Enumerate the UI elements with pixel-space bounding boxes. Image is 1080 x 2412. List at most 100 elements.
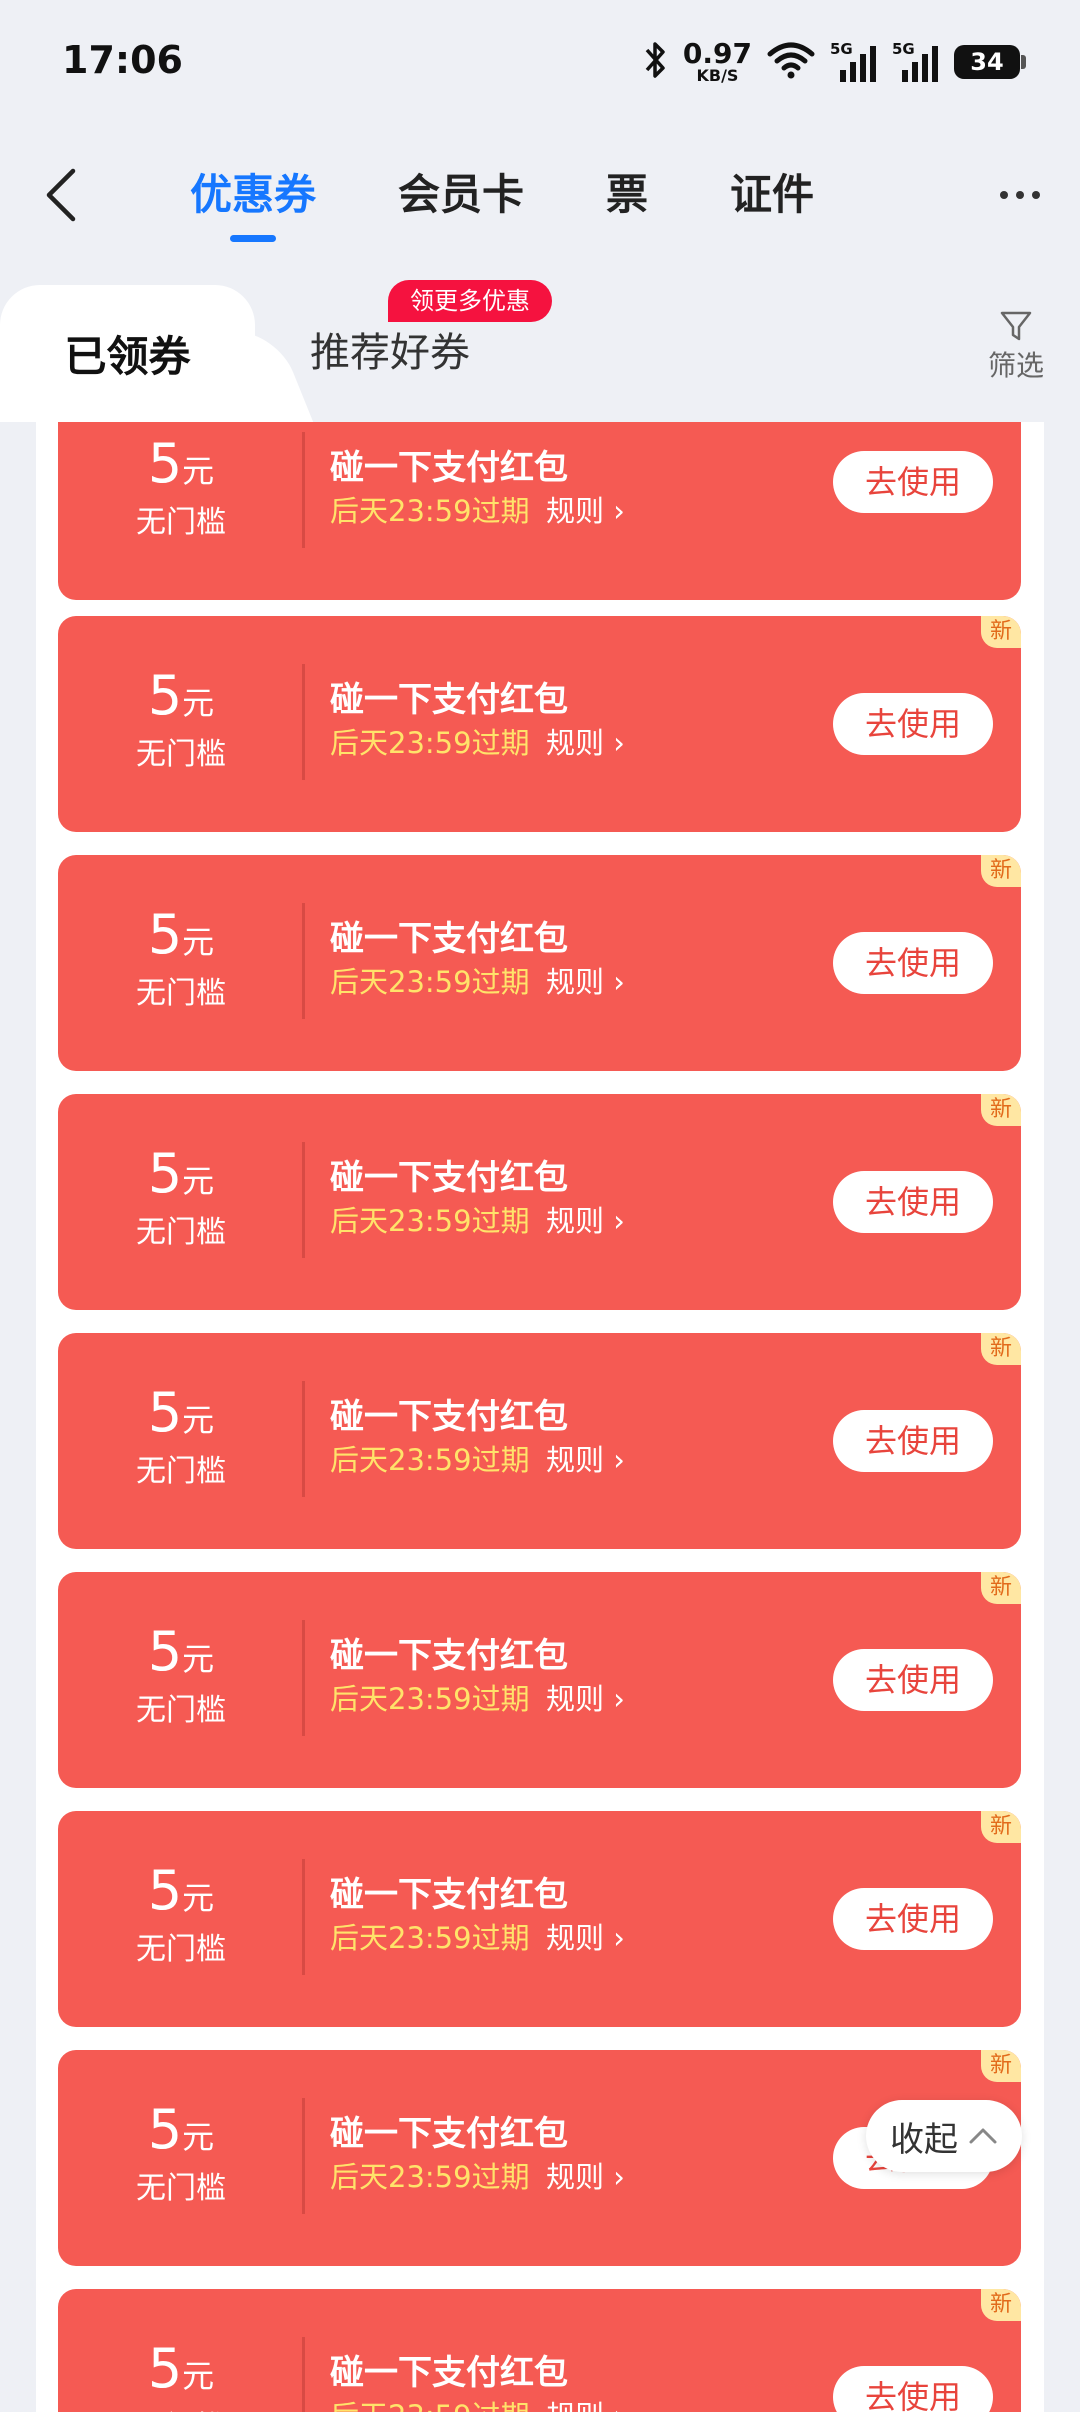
coupon-rules-label: 规则 [546,726,605,760]
chevron-right-icon: › [613,1204,625,1238]
coupon-rules-label: 规则 [546,2399,604,2412]
chevron-up-icon [969,2128,997,2144]
coupon-unit: 元 [182,684,215,722]
new-badge: 新 [981,2289,1021,2321]
coupon-rules-link[interactable]: 规则 › [546,1915,625,1957]
coupon-card: 新 5元 无门槛 碰一下支付红包 后天23:59过期 规则 › 去使用 [58,1094,1021,1310]
coupon-card: 新 5元 无门槛 碰一下支付红包 后天23:59过期 规则 › 去使用 [58,1811,1021,2027]
new-badge: 新 [981,1572,1021,1604]
coupon-unit: 元 [182,2357,215,2395]
chevron-right-icon: › [613,2160,625,2194]
coupon-amount-block: 5元 无门槛 [58,664,304,773]
coupon-divider [302,1620,305,1736]
coupon-unit: 元 [182,923,215,961]
coupon-rules-label: 规则 [546,1204,605,1238]
coupon-rules-link[interactable]: 规则 › [546,720,625,762]
coupon-divider [302,1142,305,1258]
coupon-amount-block: 5元 无门槛 [58,2098,304,2207]
coupon-rules-label: 规则 [546,1921,605,1955]
more-options-icon[interactable] [990,165,1050,225]
coupon-unit: 元 [182,1162,215,1200]
back-button[interactable] [30,150,90,240]
collapse-button[interactable]: 收起 [866,2100,1022,2172]
new-badge: 新 [981,855,1021,887]
coupon-rules-link[interactable]: 规则 › [546,1676,625,1718]
use-coupon-button[interactable]: 去使用 [833,1410,993,1472]
coupon-amount-block: 5元 无门槛 [58,432,304,541]
coupon-condition: 无门槛 [136,976,226,1011]
filter-label: 筛选 [987,349,1044,382]
coupon-divider [302,903,305,1019]
coupon-title: 碰一下支付红包 [330,680,568,720]
new-badge: 新 [981,616,1021,648]
coupon-rules-link[interactable]: 规则 › [546,2154,625,2196]
filter-icon [1000,311,1032,341]
bluetooth-icon [643,40,669,84]
use-coupon-button[interactable]: 去使用 [833,1888,993,1950]
use-coupon-button[interactable]: 去使用 [833,1649,993,1711]
filter-button[interactable]: 筛选 [980,308,1052,384]
coupon-condition: 无门槛 [136,1215,226,1250]
tab-coupons[interactable]: 优惠券 [190,160,316,230]
coupon-rules-link[interactable]: 规则 › [546,488,625,530]
coupon-condition: 无门槛 [136,1454,226,1489]
coupon-expiry: 后天23:59过期 [330,726,530,760]
coupon-rules-label: 规则 [546,1682,605,1716]
coupon-title: 碰一下支付红包 [330,919,568,959]
coupon-rules-label: 规则 [546,1443,605,1477]
use-coupon-button[interactable]: 去使用 [833,2366,993,2412]
use-coupon-button[interactable]: 去使用 [833,451,993,513]
coupon-amount-block: 5元 无门槛 [58,2337,304,2412]
chevron-right-icon: › [613,1443,625,1477]
coupon-title: 碰一下支付红包 [330,1875,568,1915]
signal-icon: 5G [830,40,878,84]
tab-tickets[interactable]: 票 [606,160,648,230]
new-badge: 新 [981,2050,1021,2082]
coupon-expiry: 后天23:59过期 [330,2160,530,2194]
use-coupon-button[interactable]: 去使用 [833,693,993,755]
status-icons: 0.97 KB/S 5G 5G 34 [643,32,1026,92]
coupon-rules-label: 规则 [546,965,605,999]
coupon-rules-link[interactable]: 规则 › [546,1437,625,1479]
coupon-rules-link[interactable]: 规则 › [546,1198,625,1240]
tab-documents[interactable]: 证件 [730,160,814,230]
coupon-condition: 无门槛 [58,2402,304,2412]
battery-icon: 34 [954,45,1026,79]
new-badge: 新 [981,1333,1021,1365]
coupon-divider [302,432,305,548]
coupon-title: 碰一下支付红包 [330,2353,568,2393]
coupon-card: 新 5元 无门槛 碰一下支付红包 后天23:59过期 规则 › 去使用 [58,616,1021,832]
promo-badge: 领更多优惠 [388,280,552,322]
coupon-rules-link[interactable]: 规则 › [546,2393,625,2412]
use-coupon-button[interactable]: 去使用 [833,1171,993,1233]
coupon-title: 碰一下支付红包 [330,448,568,488]
sub-tabs: 已领券 推荐好券 领更多优惠 筛选 [0,280,1080,422]
coupon-amount-block: 5元 无门槛 [58,1859,304,1968]
use-coupon-button[interactable]: 去使用 [833,932,993,994]
category-tabs: 优惠券 会员卡 票 证件 [190,160,896,230]
coupon-amount: 5 [147,664,183,727]
coupon-amount-block: 5元 无门槛 [58,1620,304,1729]
chevron-right-icon: › [613,1682,625,1716]
coupon-expiry: 后天23:59过期 [330,965,530,999]
tab-membership-cards[interactable]: 会员卡 [398,160,524,230]
net-speed-unit: KB/S [696,66,739,85]
coupon-condition: 无门槛 [136,737,226,772]
status-bar: 17:06 0.97 KB/S 5G 5G 34 [0,0,1080,125]
coupon-rules-label: 规则 [546,494,605,528]
coupon-amount: 5 [147,1381,183,1444]
coupon-title: 碰一下支付红包 [330,1397,568,1437]
subtab-recommended[interactable]: 推荐好券 [310,320,470,378]
coupon-expiry: 后天23:59过期 [330,2393,530,2412]
new-badge: 新 [981,1094,1021,1126]
status-time: 17:06 [62,38,183,82]
wifi-icon [766,40,816,84]
signal-icon: 5G [892,40,940,84]
coupon-unit: 元 [182,1640,215,1678]
coupon-rules-link[interactable]: 规则 › [546,959,625,1001]
coupon-title: 碰一下支付红包 [330,1158,568,1198]
subtab-claimed[interactable]: 已领券 [0,285,255,422]
chevron-right-icon: › [613,1921,625,1955]
coupon-divider [302,1859,305,1975]
coupon-condition: 无门槛 [136,505,226,540]
